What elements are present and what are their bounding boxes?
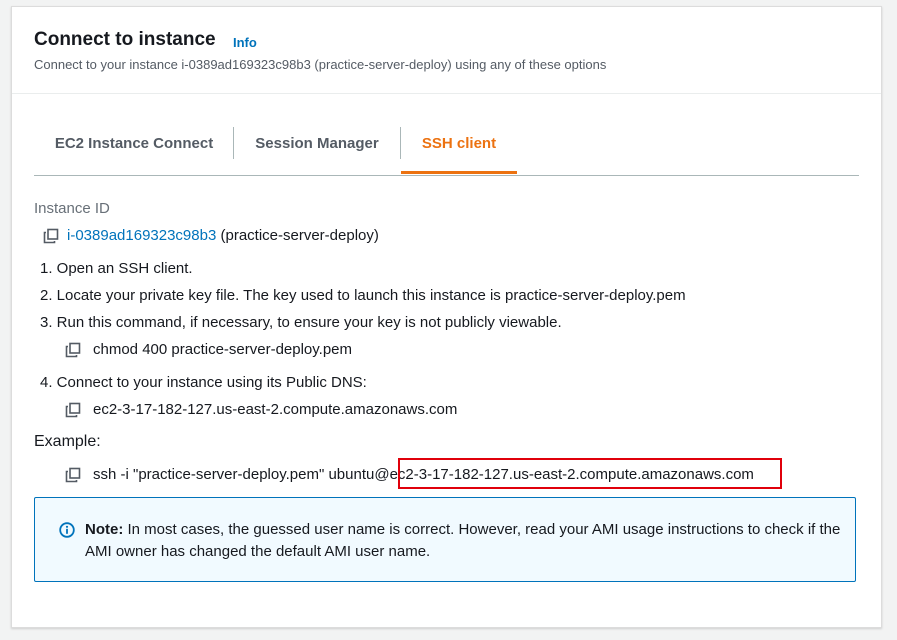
- tab-ssh-client[interactable]: SSH client: [401, 125, 517, 174]
- connection-tabs: EC2 Instance Connect Session Manager SSH…: [34, 125, 859, 176]
- copy-icon[interactable]: [65, 467, 81, 483]
- example-label: Example:: [34, 433, 101, 450]
- info-link[interactable]: Info: [233, 35, 257, 50]
- note-body: In most cases, the guessed user name is …: [85, 521, 841, 560]
- instance-name: (practice-server-deploy): [220, 227, 379, 244]
- step-3: 3. Run this command, if necessary, to en…: [40, 314, 562, 331]
- info-icon: [59, 522, 75, 538]
- tab-ec2-instance-connect[interactable]: EC2 Instance Connect: [34, 125, 234, 174]
- step-2: 2. Locate your private key file. The key…: [40, 287, 686, 304]
- ssh-command-prefix: ssh -i "practice-server-deploy.pem" ubun…: [93, 466, 390, 483]
- note-alert: Note: In most cases, the guessed user na…: [34, 497, 856, 582]
- instance-id-line: i-0389ad169323c98b3 (practice-server-dep…: [67, 227, 379, 244]
- connect-to-instance-panel: Connect to instance Info Connect to your…: [11, 6, 882, 628]
- public-dns: ec2-3-17-182-127.us-east-2.compute.amazo…: [93, 401, 458, 418]
- tab-session-manager[interactable]: Session Manager: [234, 125, 400, 174]
- panel-header: Connect to instance Info Connect to your…: [12, 7, 881, 94]
- highlight-box: [398, 458, 782, 489]
- instance-id-label: Instance ID: [34, 200, 110, 217]
- note-text: Note: In most cases, the guessed user na…: [85, 519, 845, 563]
- note-bold-label: Note:: [85, 521, 124, 538]
- step-1: 1. Open an SSH client.: [40, 260, 193, 277]
- step-4: 4. Connect to your instance using its Pu…: [40, 374, 367, 391]
- chmod-command: chmod 400 practice-server-deploy.pem: [93, 341, 353, 358]
- copy-icon[interactable]: [65, 342, 81, 358]
- page-subtitle: Connect to your instance i-0389ad169323c…: [34, 57, 607, 72]
- instance-id-link[interactable]: i-0389ad169323c98b3: [67, 227, 216, 244]
- copy-icon[interactable]: [43, 228, 59, 244]
- copy-icon[interactable]: [65, 402, 81, 418]
- page-title: Connect to instance: [34, 29, 216, 50]
